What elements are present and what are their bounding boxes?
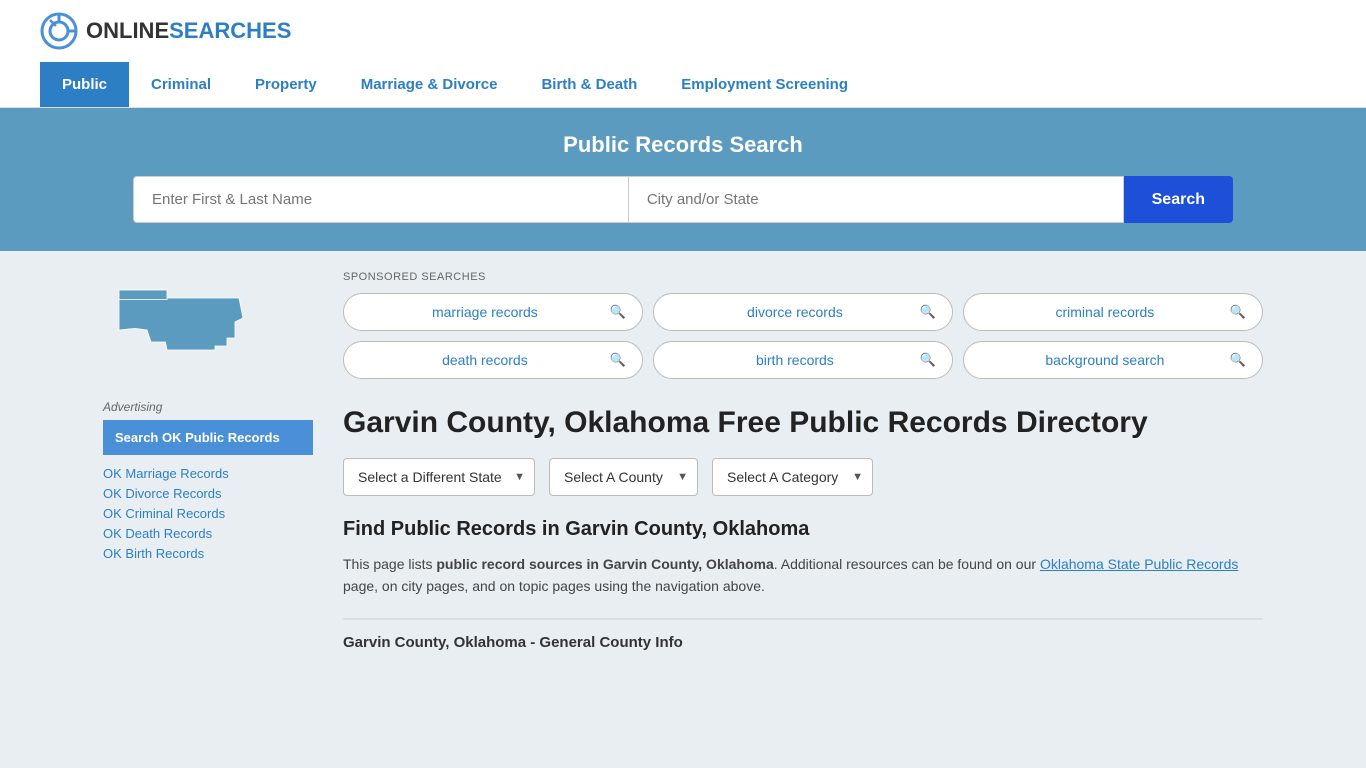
sponsored-item-birth[interactable]: birth records 🔍 [653, 341, 953, 379]
nav-item-public[interactable]: Public [40, 62, 129, 107]
sponsored-item-divorce[interactable]: divorce records 🔍 [653, 293, 953, 331]
hero-section: Public Records Search Search [0, 108, 1366, 251]
sponsored-link-divorce[interactable]: divorce records [670, 304, 920, 320]
sponsored-item-marriage[interactable]: marriage records 🔍 [343, 293, 643, 331]
sponsored-link-death[interactable]: death records [360, 352, 610, 368]
search-icon-background: 🔍 [1230, 352, 1246, 368]
category-select-wrapper: Select A Category [712, 458, 873, 496]
find-text-1: This page lists [343, 556, 436, 572]
main-layout: Advertising Search OK Public Records OK … [63, 251, 1303, 671]
sidebar-link-birth[interactable]: OK Birth Records [103, 545, 313, 561]
sponsored-item-criminal[interactable]: criminal records 🔍 [963, 293, 1263, 331]
dropdowns-row: Select a Different State Select A County… [343, 458, 1263, 496]
sidebar: Advertising Search OK Public Records OK … [103, 271, 313, 651]
content-area: SPONSORED SEARCHES marriage records 🔍 di… [343, 271, 1263, 651]
nav-item-property[interactable]: Property [233, 62, 339, 107]
nav-link-public[interactable]: Public [40, 62, 129, 107]
sponsored-link-background[interactable]: background search [980, 352, 1230, 368]
nav-item-birth[interactable]: Birth & Death [519, 62, 659, 107]
sponsored-link-birth[interactable]: birth records [670, 352, 920, 368]
county-info-label: Garvin County, Oklahoma - General County… [343, 634, 683, 651]
search-icon-divorce: 🔍 [920, 304, 936, 320]
sponsored-item-death[interactable]: death records 🔍 [343, 341, 643, 379]
county-select[interactable]: Select A County [549, 458, 698, 496]
sponsored-item-background[interactable]: background search 🔍 [963, 341, 1263, 379]
sponsored-grid: marriage records 🔍 divorce records 🔍 cri… [343, 293, 1263, 379]
sidebar-link-death[interactable]: OK Death Records [103, 525, 313, 541]
logo[interactable]: ONLINESEARCHES [40, 12, 291, 50]
state-select[interactable]: Select a Different State [343, 458, 535, 496]
logo-icon [40, 12, 78, 50]
county-select-wrapper: Select A County [549, 458, 698, 496]
search-button[interactable]: Search [1124, 176, 1233, 223]
main-nav: Public Criminal Property Marriage & Divo… [0, 62, 1366, 108]
sidebar-link-marriage[interactable]: OK Marriage Records [103, 465, 313, 481]
name-input[interactable] [133, 176, 629, 223]
page-title-section: Garvin County, Oklahoma Free Public Reco… [343, 403, 1263, 496]
search-row: Search [133, 176, 1233, 223]
nav-link-marriage[interactable]: Marriage & Divorce [339, 62, 520, 107]
nav-item-employment[interactable]: Employment Screening [659, 62, 870, 107]
nav-item-marriage[interactable]: Marriage & Divorce [339, 62, 520, 107]
city-input[interactable] [629, 176, 1124, 223]
oklahoma-map [103, 271, 313, 384]
nav-link-birth[interactable]: Birth & Death [519, 62, 659, 107]
find-text-2: . Additional resources can be found on o… [774, 556, 1040, 572]
sidebar-link-criminal[interactable]: OK Criminal Records [103, 505, 313, 521]
nav-link-criminal[interactable]: Criminal [129, 62, 233, 107]
state-select-wrapper: Select a Different State [343, 458, 535, 496]
search-icon-birth: 🔍 [920, 352, 936, 368]
page-title: Garvin County, Oklahoma Free Public Reco… [343, 403, 1263, 442]
sidebar-links: OK Marriage Records OK Divorce Records O… [103, 465, 313, 561]
find-section: Find Public Records in Garvin County, Ok… [343, 518, 1263, 651]
state-map-svg [103, 271, 263, 381]
nav-link-employment[interactable]: Employment Screening [659, 62, 870, 107]
search-icon-marriage: 🔍 [610, 304, 626, 320]
search-icon-death: 🔍 [610, 352, 626, 368]
find-title: Find Public Records in Garvin County, Ok… [343, 518, 1263, 541]
nav-item-criminal[interactable]: Criminal [129, 62, 233, 107]
logo-text: ONLINESEARCHES [86, 18, 291, 44]
search-icon-criminal: 🔍 [1230, 304, 1246, 320]
find-bold: public record sources in Garvin County, … [436, 556, 773, 572]
find-text-3: page, on city pages, and on topic pages … [343, 578, 765, 594]
find-description: This page lists public record sources in… [343, 553, 1263, 598]
sponsored-section: SPONSORED SEARCHES marriage records 🔍 di… [343, 271, 1263, 379]
sponsored-label: SPONSORED SEARCHES [343, 271, 1263, 283]
hero-title: Public Records Search [40, 132, 1326, 158]
ad-box[interactable]: Search OK Public Records [103, 420, 313, 455]
site-header: ONLINESEARCHES [0, 0, 1366, 62]
county-info-bar: Garvin County, Oklahoma - General County… [343, 618, 1263, 651]
category-select[interactable]: Select A Category [712, 458, 873, 496]
ad-label: Advertising [103, 400, 313, 414]
sponsored-link-criminal[interactable]: criminal records [980, 304, 1230, 320]
sponsored-link-marriage[interactable]: marriage records [360, 304, 610, 320]
sidebar-link-divorce[interactable]: OK Divorce Records [103, 485, 313, 501]
nav-link-property[interactable]: Property [233, 62, 339, 107]
find-link[interactable]: Oklahoma State Public Records [1040, 556, 1238, 572]
